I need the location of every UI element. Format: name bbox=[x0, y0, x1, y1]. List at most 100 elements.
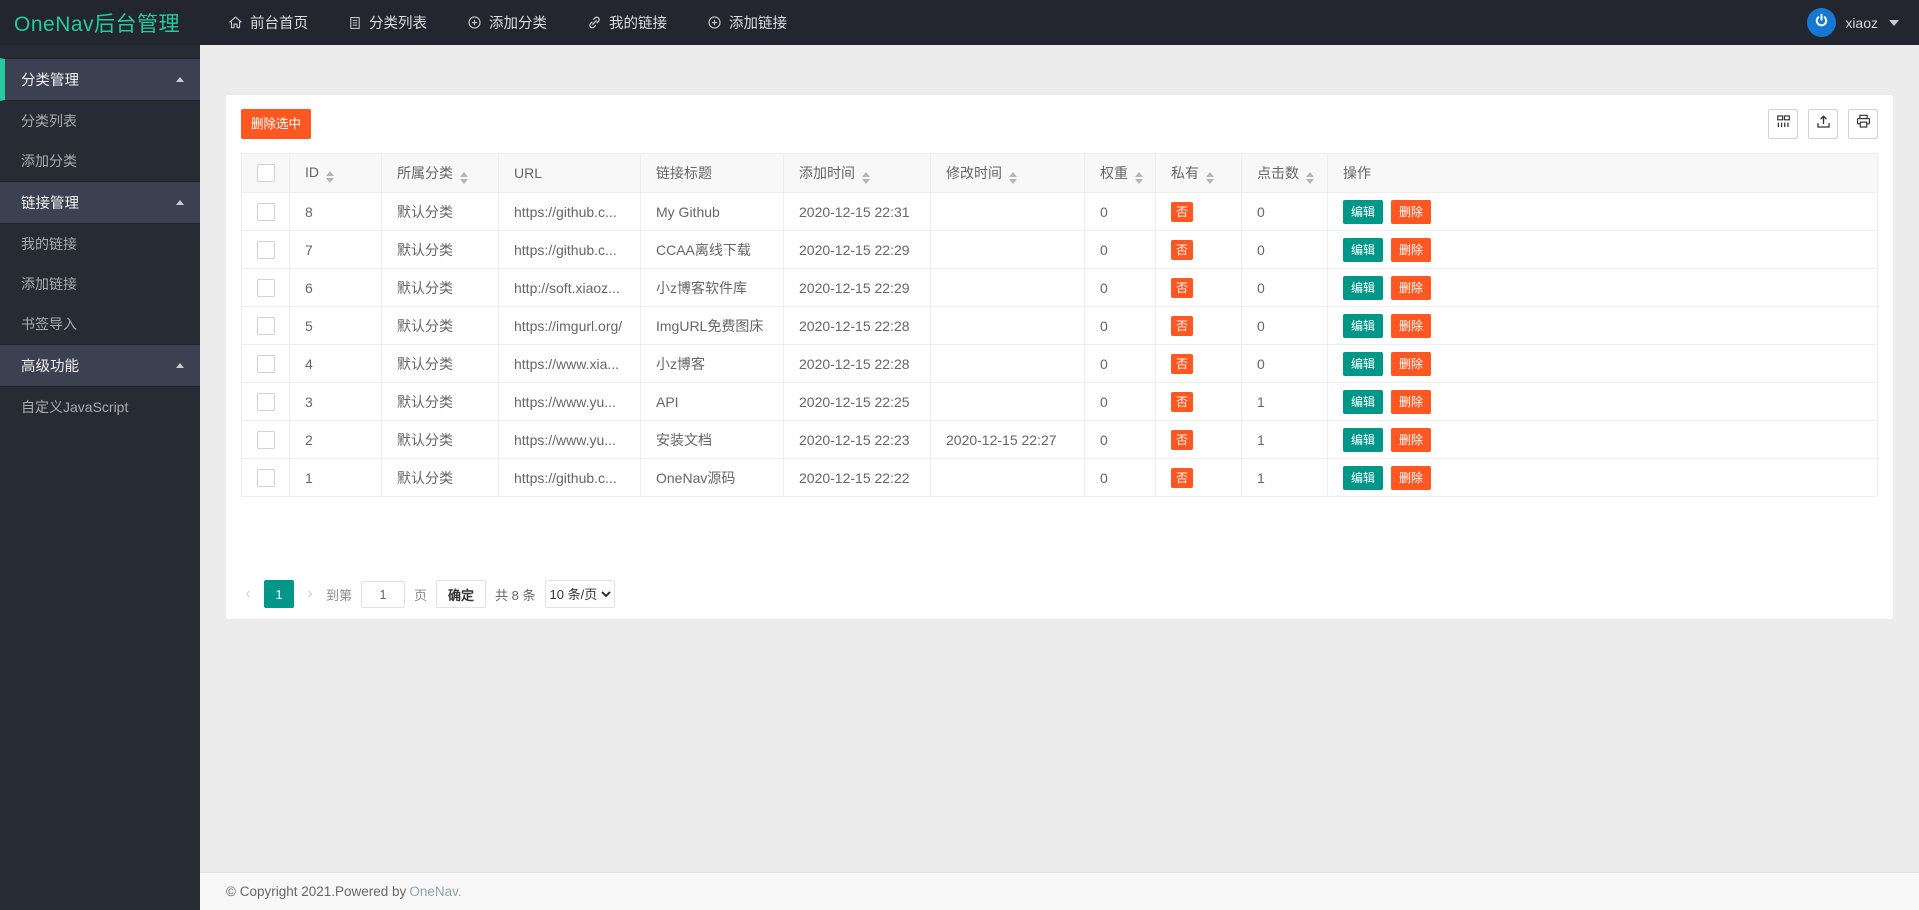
table-row: 2默认分类https://www.yu...安装文档2020-12-15 22:… bbox=[242, 421, 1878, 459]
user-avatar[interactable] bbox=[1807, 8, 1836, 37]
row-checkbox[interactable] bbox=[257, 431, 275, 449]
column-header-id[interactable]: ID bbox=[290, 154, 382, 193]
sidebar-section-link-management[interactable]: 链接管理 bbox=[0, 181, 200, 224]
cell-weight: 0 bbox=[1085, 269, 1156, 307]
goto-page-input[interactable] bbox=[361, 581, 405, 608]
edit-button[interactable]: 编辑 bbox=[1343, 200, 1383, 224]
column-header-clicks[interactable]: 点击数 bbox=[1242, 154, 1328, 193]
page-footer: © Copyright 2021.Powered by OneNav. bbox=[200, 872, 1919, 910]
edit-button[interactable]: 编辑 bbox=[1343, 238, 1383, 262]
column-label: 链接标题 bbox=[656, 165, 712, 181]
row-checkbox[interactable] bbox=[257, 203, 275, 221]
sidebar-item-add-link[interactable]: 添加链接 bbox=[0, 264, 200, 304]
page-unit-label: 页 bbox=[414, 585, 427, 604]
edit-button[interactable]: 编辑 bbox=[1343, 314, 1383, 338]
sidebar-section-category-management[interactable]: 分类管理 bbox=[0, 58, 200, 101]
table-header-row: ID所属分类URL链接标题添加时间修改时间权重私有点击数操作 bbox=[242, 154, 1878, 193]
columns-button[interactable] bbox=[1768, 109, 1798, 139]
sort-icon[interactable] bbox=[326, 171, 334, 183]
cell-private: 否 bbox=[1156, 307, 1242, 345]
column-header-actions: 操作 bbox=[1328, 154, 1878, 193]
nav-item-add-category[interactable]: 添加分类 bbox=[447, 0, 567, 45]
cell-weight: 0 bbox=[1085, 459, 1156, 497]
app-title: OneNav后台管理 bbox=[0, 8, 208, 38]
column-header-check bbox=[242, 154, 290, 193]
sort-icon[interactable] bbox=[1306, 172, 1314, 184]
delete-button[interactable]: 删除 bbox=[1391, 390, 1431, 414]
sort-icon[interactable] bbox=[1009, 172, 1017, 184]
sidebar-section-advanced-features[interactable]: 高级功能 bbox=[0, 344, 200, 387]
print-button[interactable] bbox=[1848, 109, 1878, 139]
delete-selected-button[interactable]: 删除选中 bbox=[241, 109, 311, 139]
edit-button[interactable]: 编辑 bbox=[1343, 428, 1383, 452]
cell-added: 2020-12-15 22:28 bbox=[784, 345, 931, 383]
user-menu[interactable]: xiaoz bbox=[1807, 8, 1919, 37]
confirm-page-button[interactable]: 确定 bbox=[436, 580, 486, 608]
edit-button[interactable]: 编辑 bbox=[1343, 352, 1383, 376]
delete-button[interactable]: 删除 bbox=[1391, 276, 1431, 300]
cell-url: https://www.yu... bbox=[499, 421, 641, 459]
sidebar-item-my-links[interactable]: 我的链接 bbox=[0, 224, 200, 264]
nav-item-category-list[interactable]: 分类列表 bbox=[328, 0, 447, 45]
cell-clicks: 0 bbox=[1242, 307, 1328, 345]
private-badge: 否 bbox=[1171, 278, 1193, 298]
private-badge: 否 bbox=[1171, 240, 1193, 260]
edit-button[interactable]: 编辑 bbox=[1343, 390, 1383, 414]
row-checkbox[interactable] bbox=[257, 393, 275, 411]
sidebar-item-category-list[interactable]: 分类列表 bbox=[0, 101, 200, 141]
column-header-private[interactable]: 私有 bbox=[1156, 154, 1242, 193]
arrow-up-icon bbox=[176, 77, 184, 82]
column-header-modified[interactable]: 修改时间 bbox=[931, 154, 1085, 193]
column-header-weight[interactable]: 权重 bbox=[1085, 154, 1156, 193]
next-page-button[interactable]: › bbox=[303, 586, 317, 602]
row-checkbox[interactable] bbox=[257, 317, 275, 335]
onenav-link[interactable]: OneNav. bbox=[409, 884, 461, 899]
cell-url: https://github.c... bbox=[499, 193, 641, 231]
row-checkbox[interactable] bbox=[257, 241, 275, 259]
edit-button[interactable]: 编辑 bbox=[1343, 276, 1383, 300]
cell-check bbox=[242, 231, 290, 269]
row-checkbox[interactable] bbox=[257, 355, 275, 373]
sort-icon[interactable] bbox=[1206, 172, 1214, 184]
private-badge: 否 bbox=[1171, 354, 1193, 374]
print-icon bbox=[1855, 113, 1872, 135]
nav-item-add-link[interactable]: 添加链接 bbox=[687, 0, 807, 45]
per-page-select[interactable]: 10 条/页 bbox=[545, 580, 615, 608]
current-page[interactable]: 1 bbox=[264, 580, 294, 608]
column-header-category[interactable]: 所属分类 bbox=[382, 154, 499, 193]
cell-actions: 编辑删除 bbox=[1328, 421, 1878, 459]
cell-check bbox=[242, 459, 290, 497]
cell-id: 2 bbox=[290, 421, 382, 459]
delete-button[interactable]: 删除 bbox=[1391, 466, 1431, 490]
edit-button[interactable]: 编辑 bbox=[1343, 466, 1383, 490]
delete-button[interactable]: 删除 bbox=[1391, 238, 1431, 262]
select-all-checkbox[interactable] bbox=[257, 164, 275, 182]
sort-icon[interactable] bbox=[460, 172, 468, 184]
delete-button[interactable]: 删除 bbox=[1391, 314, 1431, 338]
delete-button[interactable]: 删除 bbox=[1391, 200, 1431, 224]
sidebar-item-add-category[interactable]: 添加分类 bbox=[0, 141, 200, 181]
column-header-added[interactable]: 添加时间 bbox=[784, 154, 931, 193]
cell-title: CCAA离线下载 bbox=[641, 231, 784, 269]
delete-button[interactable]: 删除 bbox=[1391, 428, 1431, 452]
export-button[interactable] bbox=[1808, 109, 1838, 139]
cell-title: 小z博客 bbox=[641, 345, 784, 383]
nav-item-home[interactable]: 前台首页 bbox=[208, 0, 328, 45]
sort-icon[interactable] bbox=[862, 172, 870, 184]
nav-item-my-links[interactable]: 我的链接 bbox=[567, 0, 687, 45]
sort-asc-icon bbox=[862, 172, 870, 177]
prev-page-button[interactable]: ‹ bbox=[241, 586, 255, 602]
row-checkbox[interactable] bbox=[257, 279, 275, 297]
cell-id: 7 bbox=[290, 231, 382, 269]
column-label: 操作 bbox=[1343, 165, 1371, 181]
sort-icon[interactable] bbox=[1135, 172, 1143, 184]
cell-private: 否 bbox=[1156, 459, 1242, 497]
sidebar-item-bookmark-import[interactable]: 书签导入 bbox=[0, 304, 200, 344]
sidebar-item-custom-javascript[interactable]: 自定义JavaScript bbox=[0, 387, 200, 427]
row-checkbox[interactable] bbox=[257, 469, 275, 487]
cell-category: 默认分类 bbox=[382, 383, 499, 421]
sidebar-section-title: 链接管理 bbox=[21, 192, 79, 213]
cell-weight: 0 bbox=[1085, 383, 1156, 421]
delete-button[interactable]: 删除 bbox=[1391, 352, 1431, 376]
cell-clicks: 1 bbox=[1242, 459, 1328, 497]
